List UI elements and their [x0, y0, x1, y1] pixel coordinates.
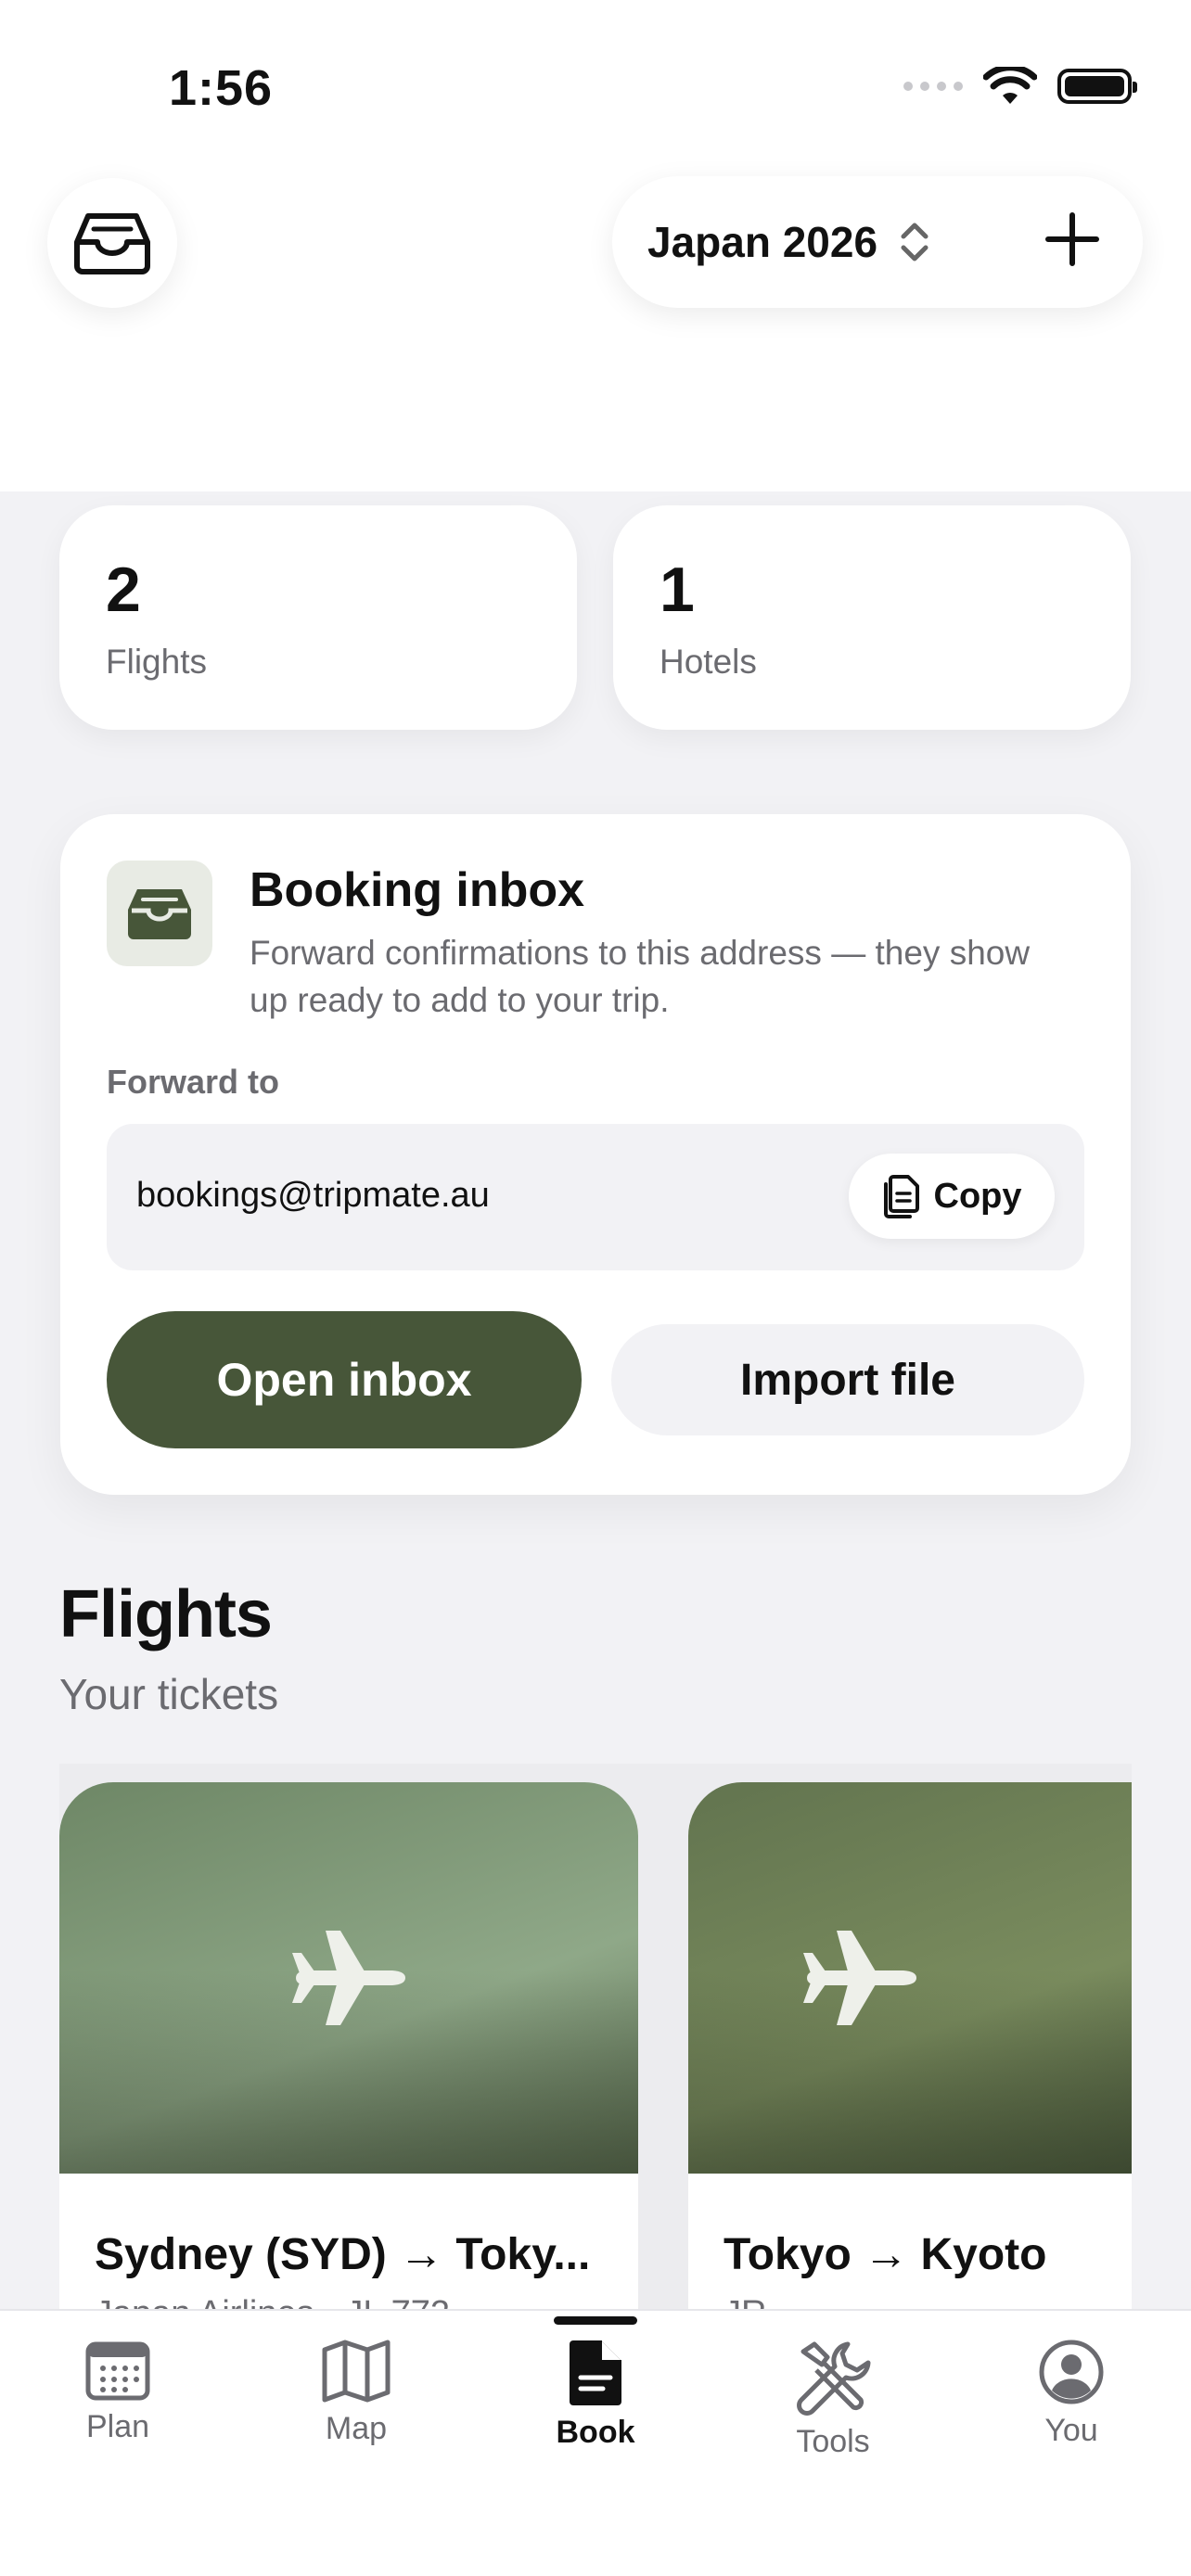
hotels-count: 1 [660, 555, 695, 625]
flights-count: 2 [106, 555, 141, 625]
wifi-icon [983, 67, 1037, 104]
hotels-stat-label: Hotels [660, 643, 757, 681]
tab-map[interactable]: Map [263, 2339, 449, 2447]
copy-email-button[interactable]: Copy [849, 1154, 1055, 1239]
calendar-icon [85, 2341, 150, 2401]
flight-card[interactable]: Sydney (SYD) → Toky... Japan Airlines · … [59, 1782, 638, 2320]
profile-icon [1039, 2340, 1104, 2404]
hotels-stat-card[interactable]: 1 Hotels [613, 505, 1131, 730]
inbox-tray-icon [107, 861, 212, 966]
tab-you[interactable]: You [979, 2339, 1164, 2449]
battery-icon [1057, 69, 1137, 104]
tab-you-label: You [1044, 2413, 1098, 2448]
airplane-icon [803, 1931, 916, 2025]
tab-book-label: Book [556, 2415, 635, 2450]
tab-plan[interactable]: Plan [25, 2339, 211, 2445]
plus-icon [1045, 212, 1099, 266]
document-icon [570, 2340, 621, 2405]
tab-map-label: Map [325, 2411, 388, 2446]
booking-inbox-title: Booking inbox [250, 863, 585, 917]
flights-section-title: Flights [59, 1577, 273, 1651]
copy-icon [883, 1175, 919, 1218]
tab-tools-label: Tools [796, 2424, 870, 2459]
forward-email-address: bookings@tripmate.au [136, 1176, 490, 1215]
flights-section-subtitle: Your tickets [59, 1670, 279, 1718]
status-indicators [903, 67, 1137, 106]
flight-card-image [59, 1782, 638, 2174]
trip-name: Japan 2026 [647, 218, 878, 266]
tab-tools[interactable]: Tools [740, 2339, 926, 2460]
tab-bar: Plan Map Book Tools You [0, 2309, 1191, 2576]
flight-card-title: Sydney (SYD) → Toky... [95, 2230, 591, 2279]
airplane-icon [292, 1931, 405, 2025]
flights-stat-card[interactable]: 2 Flights [59, 505, 577, 730]
forward-to-label: Forward to [107, 1063, 279, 1101]
flight-card[interactable]: Tokyo → Kyoto JR [688, 1782, 1132, 2320]
add-trip-button[interactable] [1043, 210, 1102, 274]
tools-icon [797, 2341, 871, 2416]
trip-selector[interactable]: Japan 2026 [612, 176, 1143, 308]
forward-email-field: bookings@tripmate.au Copy [107, 1124, 1084, 1270]
tray-icon [74, 213, 150, 274]
flight-card-title: Tokyo → Kyoto [724, 2230, 1047, 2279]
status-time: 1:56 [169, 60, 274, 116]
inbox-button[interactable] [47, 178, 177, 308]
import-file-button[interactable]: Import file [611, 1324, 1084, 1435]
chevron-up-down-icon [898, 218, 931, 266]
copy-label: Copy [933, 1176, 1022, 1216]
flights-stat-label: Flights [106, 643, 207, 681]
booking-inbox-description: Forward confirmations to this address — … [250, 934, 1031, 1019]
tab-plan-label: Plan [85, 2409, 150, 2444]
screen: 1:56 Japan 2026 2 Flights 1 Hotels Booki… [0, 0, 1191, 2576]
map-icon [322, 2340, 391, 2403]
active-tab-indicator [554, 2316, 637, 2325]
booking-inbox-card: Booking inbox Forward confirmations to t… [60, 814, 1131, 1495]
flight-card-image [688, 1782, 1132, 2174]
cellular-signal-icon [903, 82, 963, 91]
flights-carousel[interactable]: Sydney (SYD) → Toky... Japan Airlines · … [59, 1764, 1132, 2320]
open-inbox-button[interactable]: Open inbox [107, 1311, 582, 1448]
tab-book[interactable]: Book [503, 2339, 688, 2451]
